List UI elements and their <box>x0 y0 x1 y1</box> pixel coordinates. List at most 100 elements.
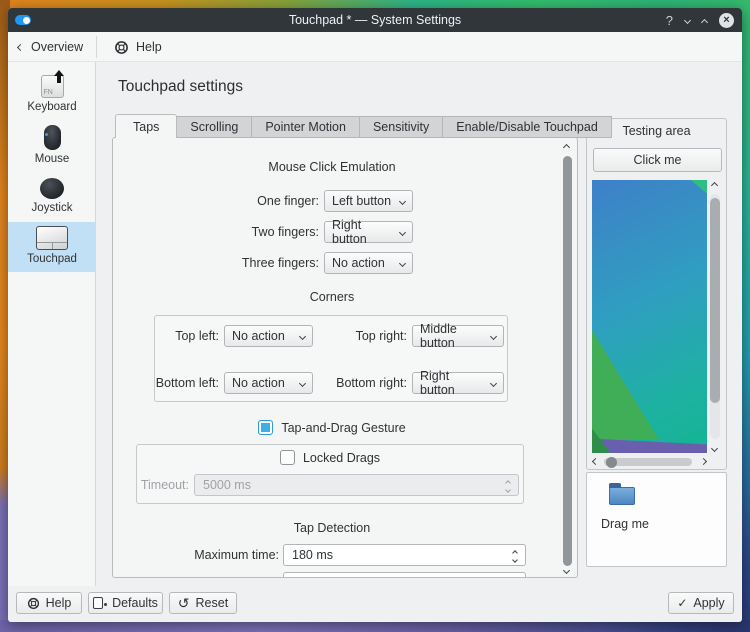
minimize-button[interactable] <box>684 16 691 23</box>
testing-vertical-scrollbar <box>709 180 721 453</box>
maximum-time-spinbox[interactable]: 180 ms <box>283 544 526 566</box>
scrollbar-thumb[interactable] <box>563 156 572 566</box>
apply-button-label: Apply <box>693 596 724 610</box>
defaults-button-label: Defaults <box>112 596 158 610</box>
two-fingers-combobox[interactable]: Right button <box>324 221 413 243</box>
section-title-corners: Corners <box>113 290 551 304</box>
chevron-down-icon <box>399 228 406 235</box>
top-left-label: Top left: <box>155 325 219 347</box>
one-finger-combobox[interactable]: Left button <box>324 190 413 212</box>
chevron-down-icon <box>490 332 497 339</box>
locked-drags-row: Locked Drags <box>137 450 523 465</box>
help-buoy-icon <box>27 597 40 610</box>
system-settings-window: Touchpad * — System Settings ? × Overvie… <box>8 8 742 622</box>
defaults-button[interactable]: Defaults <box>88 592 163 614</box>
scroll-down-icon[interactable] <box>563 567 570 574</box>
help-button-label: Help <box>46 596 72 610</box>
tab-sensitivity[interactable]: Sensitivity <box>359 116 443 138</box>
scroll-up-icon[interactable] <box>563 144 570 151</box>
tap-and-drag-label: Tap-and-Drag Gesture <box>281 421 405 435</box>
tab-scrolling[interactable]: Scrolling <box>176 116 252 138</box>
mouse-icon <box>44 125 61 150</box>
one-finger-label: One finger: <box>113 190 319 212</box>
scroll-down-icon[interactable] <box>711 445 718 452</box>
section-title-mouse-click-emulation: Mouse Click Emulation <box>113 160 551 174</box>
top-left-combobox[interactable]: No action <box>224 325 313 347</box>
reset-button[interactable]: ↺ Reset <box>169 592 237 614</box>
defaults-document-icon <box>93 597 103 609</box>
locked-drags-groupbox: Locked Drags Timeout: 5000 ms <box>136 444 524 504</box>
reset-button-label: Reset <box>196 596 229 610</box>
overview-label: Overview <box>31 40 83 54</box>
scrollbar-track <box>604 458 692 466</box>
sidebar-item-mouse[interactable]: Mouse <box>8 125 96 173</box>
bottom-left-combobox[interactable]: No action <box>224 372 313 394</box>
testing-scroll-viewport[interactable] <box>592 180 707 453</box>
bottom-right-combobox[interactable]: Right button <box>412 372 504 394</box>
apply-check-icon: ✓ <box>677 597 687 609</box>
scroll-right-icon[interactable] <box>700 458 707 465</box>
reset-undo-icon: ↺ <box>178 596 190 610</box>
drag-me-label: Drag me <box>601 517 649 531</box>
partially-visible-spinbox <box>283 572 526 578</box>
two-fingers-label: Two fingers: <box>113 221 319 243</box>
three-fingers-label: Three fingers: <box>113 252 319 274</box>
timeout-spinbox: 5000 ms <box>194 474 519 496</box>
window-help-button[interactable]: ? <box>666 13 673 28</box>
bottom-right-label: Bottom right: <box>305 372 407 394</box>
overview-button[interactable]: Overview <box>18 32 83 62</box>
locked-drags-checkbox[interactable] <box>280 450 295 465</box>
spin-up-icon[interactable] <box>512 550 518 556</box>
tab-pointer-motion[interactable]: Pointer Motion <box>251 116 360 138</box>
scroll-left-icon[interactable] <box>592 458 599 465</box>
bottom-left-label: Bottom left: <box>155 372 219 394</box>
testing-area-groupbox: Testing area Click me <box>586 118 727 470</box>
corners-groupbox: Top left: No action Top right: Middle bu… <box>154 315 508 402</box>
window-title: Touchpad * — System Settings <box>8 13 742 27</box>
tap-and-drag-row: Tap-and-Drag Gesture <box>113 420 551 435</box>
sidebar: FN Keyboard Mouse Joystick Touchpad <box>8 62 96 586</box>
drag-me-area[interactable]: Drag me <box>586 472 727 567</box>
testing-horizontal-scrollbar <box>592 456 708 468</box>
joystick-icon <box>40 178 64 199</box>
tab-taps[interactable]: Taps <box>115 114 177 138</box>
scrollbar-thumb[interactable] <box>606 457 617 468</box>
scrollbar-track <box>710 194 720 439</box>
wallpaper-triangle <box>592 330 659 439</box>
sidebar-item-keyboard[interactable]: FN Keyboard <box>8 75 96 123</box>
spin-down-icon <box>505 487 511 493</box>
chevron-down-icon <box>399 259 406 266</box>
tab-bar: Taps Scrolling Pointer Motion Sensitivit… <box>115 114 612 138</box>
taps-tab-content: Mouse Click Emulation One finger: Left b… <box>112 137 578 578</box>
help-button[interactable]: Help <box>16 592 82 614</box>
maximize-button[interactable] <box>701 18 708 25</box>
scroll-up-icon[interactable] <box>711 182 718 189</box>
three-fingers-combobox[interactable]: No action <box>324 252 413 274</box>
help-buoy-icon <box>114 40 129 55</box>
apply-button[interactable]: ✓ Apply <box>668 592 734 614</box>
sidebar-item-joystick[interactable]: Joystick <box>8 175 96 223</box>
toolbar: Overview Help <box>8 32 742 62</box>
scrollbar-thumb[interactable] <box>710 198 720 403</box>
close-button[interactable]: × <box>719 13 734 28</box>
wallpaper-triangle <box>691 180 707 194</box>
sidebar-item-label: Touchpad <box>27 253 77 265</box>
toolbar-help-button[interactable]: Help <box>114 32 162 62</box>
page-title: Touchpad settings <box>118 78 243 96</box>
locked-drags-label: Locked Drags <box>303 451 380 465</box>
chevron-down-icon <box>490 379 497 386</box>
content-vertical-scrollbar <box>562 142 573 574</box>
back-chevron-icon <box>17 43 24 50</box>
tap-and-drag-checkbox[interactable] <box>258 420 273 435</box>
spin-down-icon[interactable] <box>512 557 518 563</box>
touchpad-icon <box>36 226 68 250</box>
titlebar: Touchpad * — System Settings ? × <box>8 8 742 32</box>
click-me-button[interactable]: Click me <box>593 148 722 172</box>
spin-up-icon <box>505 480 511 486</box>
toolbar-separator <box>96 36 97 58</box>
tab-enable-disable-touchpad[interactable]: Enable/Disable Touchpad <box>442 116 612 138</box>
top-right-label: Top right: <box>305 325 407 347</box>
top-right-combobox[interactable]: Middle button <box>412 325 504 347</box>
folder-icon[interactable] <box>609 487 635 505</box>
sidebar-item-touchpad[interactable]: Touchpad <box>8 222 96 272</box>
